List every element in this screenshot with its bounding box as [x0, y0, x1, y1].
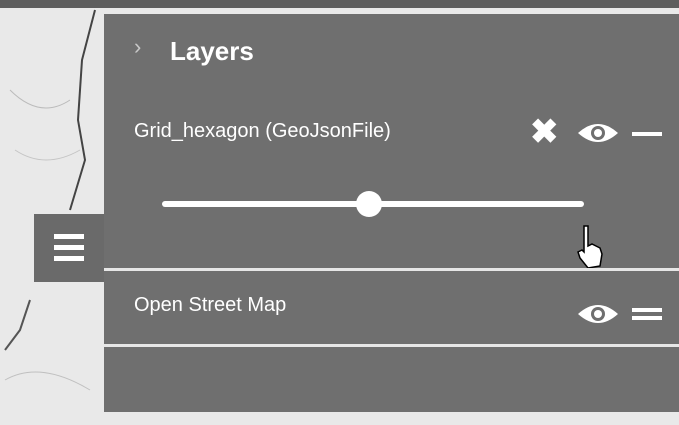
eye-icon[interactable] [576, 300, 620, 328]
eye-icon[interactable] [576, 119, 620, 147]
divider [104, 344, 679, 347]
equals-icon[interactable] [632, 306, 662, 322]
layer-name: Grid_hexagon (GeoJsonFile) [134, 120, 391, 142]
layer-item-open-street-map: Open Street Map [104, 272, 679, 352]
menu-toggle-button[interactable] [34, 214, 104, 282]
panel-title: Layers [170, 36, 254, 66]
hamburger-icon [54, 234, 84, 262]
layers-panel: › Layers Grid_hexagon (GeoJsonFile) ✖ Op… [104, 14, 679, 412]
minus-icon[interactable] [632, 132, 662, 136]
chevron-right-icon[interactable]: › [134, 36, 146, 58]
slider-thumb[interactable] [355, 191, 382, 217]
layer-item-grid-hexagon: Grid_hexagon (GeoJsonFile) ✖ [104, 84, 679, 270]
top-bar [0, 0, 679, 8]
opacity-slider[interactable] [162, 191, 584, 217]
close-icon[interactable]: ✖ [530, 115, 562, 149]
layer-name: Open Street Map [134, 294, 287, 316]
hand-cursor-icon [577, 225, 603, 269]
panel-header: › Layers [104, 14, 679, 84]
divider [104, 268, 679, 271]
